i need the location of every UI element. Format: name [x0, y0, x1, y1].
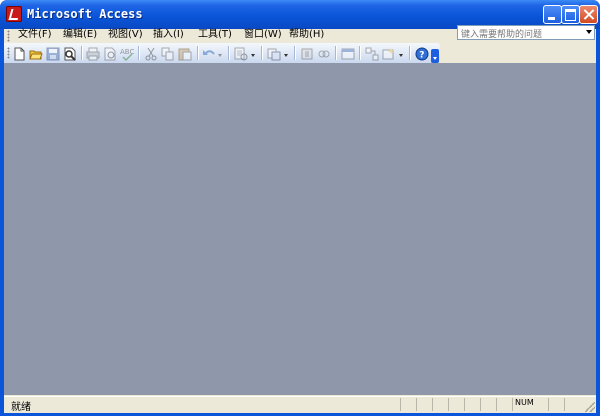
print-preview-icon[interactable] — [103, 46, 117, 61]
status-panel — [448, 398, 464, 411]
minimize-button[interactable] — [543, 5, 562, 24]
database-toolbar: ABC ? — [4, 43, 440, 63]
chevron-down-icon[interactable] — [586, 30, 592, 34]
svg-text:?: ? — [419, 51, 424, 61]
menu-bar-grip-icon[interactable] — [7, 30, 10, 42]
status-panel — [548, 398, 564, 411]
workspace-area — [4, 63, 596, 395]
new-object-dropdown-icon[interactable] — [398, 46, 404, 60]
properties-icon[interactable] — [341, 46, 355, 60]
status-panel — [564, 398, 580, 411]
office-links-dropdown-icon[interactable] — [283, 46, 289, 60]
toolbar-separator — [261, 46, 263, 60]
status-panel — [480, 398, 496, 411]
help-search-input[interactable]: 键入需要帮助的问题 — [457, 25, 595, 40]
status-panel — [464, 398, 480, 411]
menu-window[interactable]: 窗口(W) — [244, 29, 282, 41]
print-icon[interactable] — [86, 46, 100, 61]
cut-icon[interactable] — [144, 46, 158, 61]
maximize-button[interactable] — [561, 5, 580, 24]
status-panel — [400, 398, 416, 411]
menu-file[interactable]: 文件(F) — [18, 29, 52, 41]
status-panel — [432, 398, 448, 411]
menu-help[interactable]: 帮助(H) — [289, 29, 324, 41]
copy-icon[interactable] — [161, 46, 175, 61]
resize-grip-icon[interactable] — [585, 402, 595, 412]
menu-edit[interactable]: 编辑(E) — [63, 29, 97, 41]
toolbar-separator — [81, 46, 83, 60]
app-window: Microsoft Access 文件(F) 编辑(E) 视图(V) 插入(I)… — [0, 0, 600, 416]
status-bar: 就绪 NUM — [4, 396, 596, 413]
file-search-icon[interactable] — [63, 46, 77, 61]
client-area: 文件(F) 编辑(E) 视图(V) 插入(I) 工具(T) 窗口(W) 帮助(H… — [4, 25, 596, 413]
menu-view[interactable]: 视图(V) — [108, 29, 143, 41]
help-search-placeholder: 键入需要帮助的问题 — [461, 30, 543, 40]
help-icon[interactable]: ? — [415, 46, 429, 61]
new-object-icon[interactable] — [382, 46, 396, 60]
toolbar-separator — [409, 46, 411, 60]
office-links-icon[interactable] — [267, 46, 281, 61]
menu-insert[interactable]: 插入(I) — [153, 29, 184, 41]
toolbar-separator — [197, 46, 199, 60]
window-title: Microsoft Access — [27, 7, 143, 21]
analyze-dropdown-icon[interactable] — [250, 46, 256, 60]
num-lock-indicator: NUM — [515, 398, 534, 407]
toolbar-separator — [138, 46, 140, 60]
toolbar-separator — [228, 46, 230, 60]
toolbar-separator — [294, 46, 296, 60]
status-text: 就绪 — [11, 402, 31, 413]
undo-dropdown-icon[interactable] — [217, 46, 223, 60]
script-icon[interactable] — [317, 46, 331, 60]
toolbar-separator — [335, 46, 337, 60]
save-icon[interactable] — [46, 46, 60, 61]
code-icon[interactable] — [300, 46, 314, 60]
toolbar-options-chevron-icon[interactable] — [431, 49, 439, 63]
toolbar-separator — [359, 46, 361, 60]
analyze-icon[interactable] — [234, 46, 248, 61]
paste-icon[interactable] — [178, 46, 192, 61]
open-icon[interactable] — [29, 46, 43, 60]
new-icon[interactable] — [12, 46, 26, 61]
menu-tools[interactable]: 工具(T) — [198, 29, 232, 41]
toolbar-grip-icon[interactable] — [7, 47, 10, 59]
relationships-icon[interactable] — [365, 46, 379, 61]
menu-bar: 文件(F) 编辑(E) 视图(V) 插入(I) 工具(T) 窗口(W) 帮助(H… — [4, 25, 596, 43]
status-panel — [496, 398, 512, 411]
spelling-icon[interactable]: ABC — [120, 46, 134, 62]
access-app-icon[interactable] — [6, 6, 22, 22]
close-button[interactable] — [579, 5, 598, 24]
num-lock-panel: NUM — [512, 398, 548, 411]
undo-icon[interactable] — [202, 46, 216, 60]
status-panel — [416, 398, 432, 411]
